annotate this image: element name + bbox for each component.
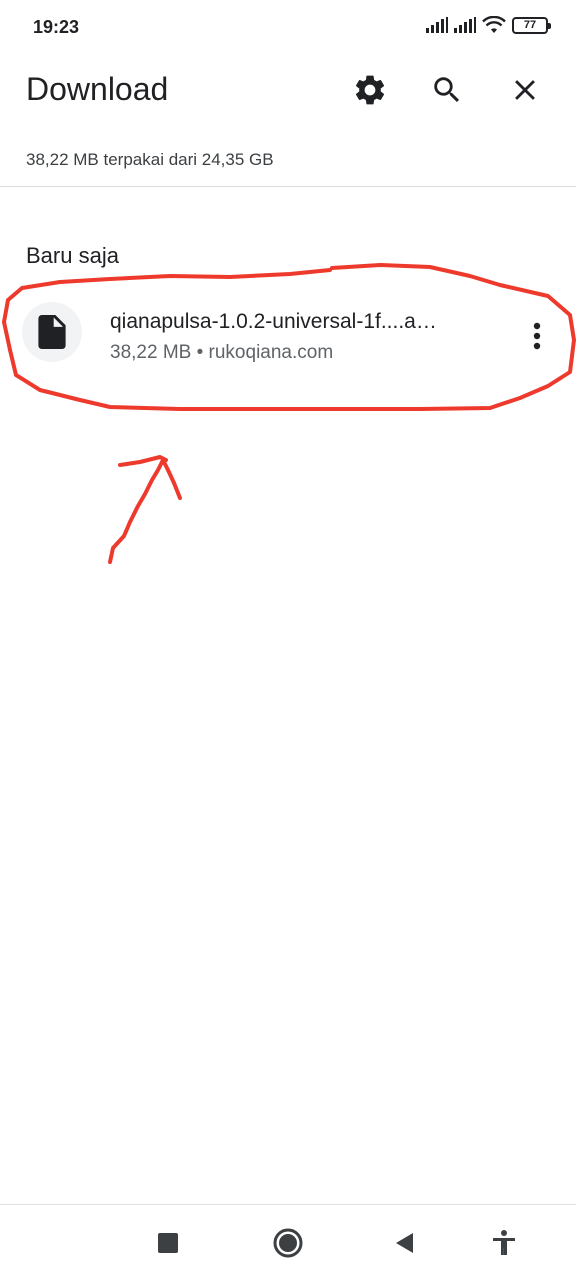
close-button[interactable] [503, 68, 547, 112]
file-name: qianapulsa-1.0.2-universal-1f....a… [110, 310, 437, 333]
back-icon [396, 1233, 413, 1253]
download-item[interactable]: qianapulsa-1.0.2-universal-1f....a… 38,2… [0, 290, 576, 382]
file-meta: 38,22 MB • rukoqiana.com [110, 342, 334, 363]
search-button[interactable] [425, 68, 469, 112]
annotation-arrowhead [118, 455, 168, 467]
navigation-bar [0, 1204, 576, 1280]
annotation-arrow [108, 458, 182, 564]
battery-icon: 77 [512, 16, 551, 34]
status-time: 19:23 [33, 17, 80, 37]
settings-icon [355, 75, 385, 105]
divider [0, 186, 576, 187]
signal-icon [454, 17, 476, 33]
accessibility-icon [493, 1230, 515, 1255]
file-icon-container [22, 302, 82, 362]
more-vert-icon [533, 322, 541, 350]
battery-level: 77 [523, 18, 537, 31]
more-options-button[interactable] [517, 314, 557, 358]
wifi-icon [482, 16, 506, 33]
status-icons: 77 [426, 16, 551, 34]
search-icon [434, 77, 460, 103]
signal-icon [426, 17, 448, 33]
close-icon [515, 80, 535, 100]
recent-apps-button[interactable] [148, 1223, 188, 1263]
recent-apps-icon [158, 1233, 178, 1253]
home-button[interactable] [268, 1223, 308, 1263]
section-title: Baru saja [26, 243, 119, 268]
app-bar: Download [0, 56, 576, 122]
settings-button[interactable] [348, 68, 392, 112]
accessibility-button[interactable] [484, 1223, 524, 1263]
download-screen: 19:23 77 Download 38,22 MB terpakai dari… [0, 0, 576, 1280]
file-icon [38, 315, 66, 349]
back-button[interactable] [384, 1223, 424, 1263]
home-icon [273, 1228, 303, 1258]
storage-info: 38,22 MB terpakai dari 24,35 GB [26, 150, 274, 169]
status-bar: 19:23 77 [0, 0, 576, 56]
page-title: Download [26, 71, 169, 107]
